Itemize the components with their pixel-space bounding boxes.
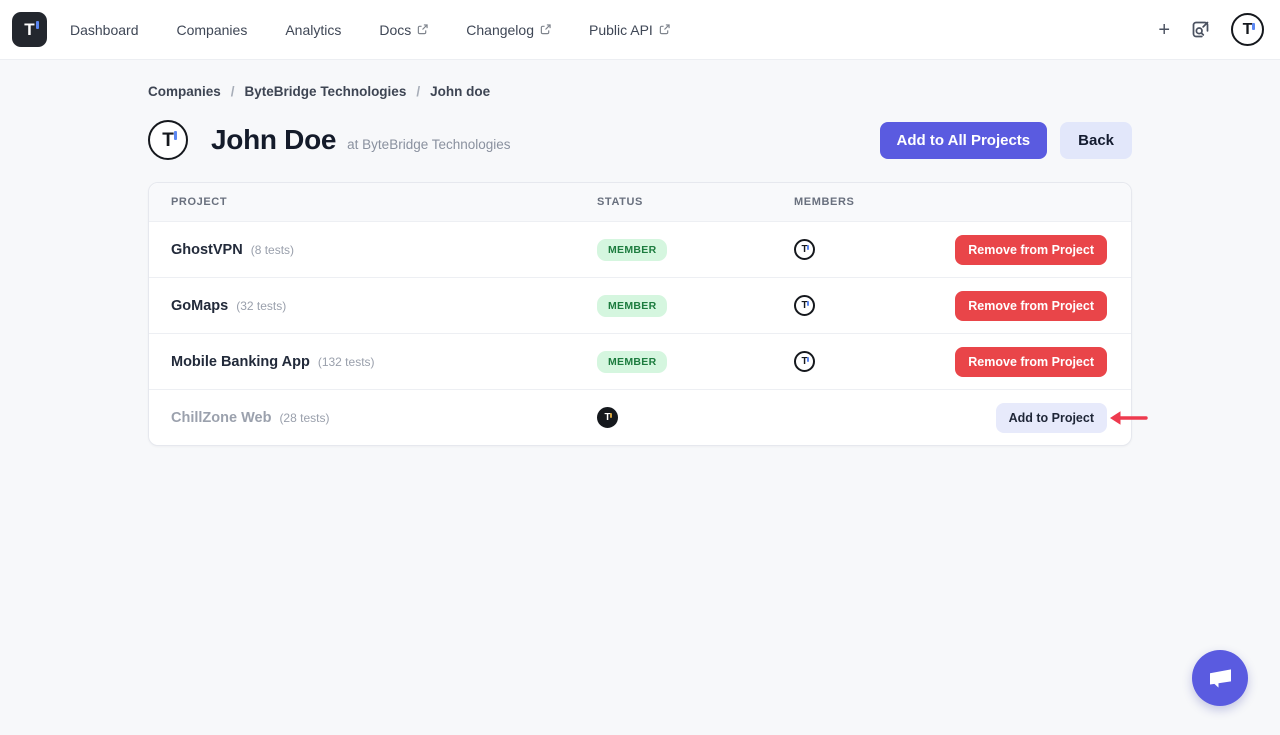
project-test-count: (8 tests)	[251, 243, 294, 257]
back-button[interactable]: Back	[1060, 122, 1132, 159]
table-row: GhostVPN (8 tests) Member T Remove from …	[149, 221, 1131, 277]
action-cell: Remove from Project	[955, 235, 1107, 265]
nav-right-controls: + T	[1158, 13, 1264, 46]
profile-avatar: T	[148, 120, 188, 160]
nav-link[interactable]: Analytics	[285, 22, 341, 38]
project-name: GoMaps	[171, 298, 228, 314]
profile-header: T John Doe at ByteBridge Technologies Ad…	[148, 120, 1132, 160]
red-arrow-annotation	[1108, 409, 1148, 426]
column-header-members: Members	[794, 196, 1107, 208]
status-badge: Member	[597, 239, 667, 261]
project-test-count: (32 tests)	[236, 299, 286, 313]
member-avatar: T	[794, 295, 815, 316]
nav-link[interactable]: Changelog	[466, 22, 551, 38]
profile-avatar-tick-icon	[174, 131, 178, 140]
nav-link-label: Companies	[177, 22, 248, 38]
row-action-button[interactable]: Add to Project	[996, 403, 1107, 433]
user-avatar-tick-icon	[1252, 23, 1255, 30]
brand-logo-letter: T	[24, 21, 34, 38]
page-subtitle: at ByteBridge Technologies	[347, 137, 510, 152]
breadcrumb-separator: /	[231, 84, 235, 99]
column-header-project: Project	[171, 196, 597, 208]
nav-link[interactable]: Public API	[589, 22, 670, 38]
brand-logo[interactable]: T	[12, 12, 47, 47]
breadcrumb-item[interactable]: Companies	[148, 84, 221, 99]
project-name: Mobile Banking App	[171, 354, 310, 370]
row-action-button[interactable]: Remove from Project	[955, 347, 1107, 377]
breadcrumb: Companies / ByteBridge Technologies / Jo…	[148, 84, 1132, 99]
members-cell: T	[794, 239, 955, 260]
add-to-all-projects-button[interactable]: Add to All Projects	[880, 122, 1048, 159]
chat-widget-button[interactable]	[1192, 650, 1248, 706]
project-test-count: (132 tests)	[318, 355, 375, 369]
projects-table: Project Status Members GhostVPN (8 tests…	[148, 182, 1132, 446]
external-link-icon	[659, 24, 670, 35]
members-cell: T	[794, 295, 955, 316]
user-avatar-letter: T	[1243, 22, 1253, 38]
action-cell: Add to Project	[996, 403, 1107, 433]
nav-link[interactable]: Docs	[379, 22, 428, 38]
project-cell: Mobile Banking App (132 tests)	[171, 354, 597, 370]
member-avatar-tick-icon	[807, 357, 809, 362]
title-wrap: John Doe at ByteBridge Technologies	[211, 124, 511, 156]
project-cell: GoMaps (32 tests)	[171, 298, 597, 314]
project-cell: GhostVPN (8 tests)	[171, 242, 597, 258]
external-link-icon	[417, 24, 428, 35]
table-row: Mobile Banking App (132 tests) Member T …	[149, 333, 1131, 389]
page-title: John Doe	[211, 124, 336, 156]
member-avatar: T	[597, 407, 618, 428]
table-body: GhostVPN (8 tests) Member T Remove from …	[149, 221, 1131, 445]
breadcrumb-separator: /	[416, 84, 420, 99]
status-badge: Member	[597, 351, 667, 373]
status-badge: Member	[597, 295, 667, 317]
member-avatar-tick-icon	[610, 413, 612, 418]
row-action-button[interactable]: Remove from Project	[955, 235, 1107, 265]
members-cell: T	[597, 407, 794, 428]
user-avatar[interactable]: T	[1231, 13, 1264, 46]
top-navbar: T Dashboard Companies Analytics Docs	[0, 0, 1280, 60]
nav-link[interactable]: Dashboard	[70, 22, 139, 38]
table-row: ChillZone Web (28 tests) T Add to Projec…	[149, 389, 1131, 445]
brand-logo-tick-icon	[36, 21, 39, 29]
breadcrumb-item[interactable]: John doe	[430, 84, 490, 99]
main-content: Companies / ByteBridge Technologies / Jo…	[148, 84, 1132, 446]
row-action-button[interactable]: Remove from Project	[955, 291, 1107, 321]
column-header-status: Status	[597, 196, 794, 208]
members-cell: T	[794, 351, 955, 372]
nav-link-label: Public API	[589, 22, 653, 38]
search-bubble-icon[interactable]	[1190, 19, 1211, 40]
plus-icon[interactable]: +	[1158, 20, 1170, 40]
project-test-count: (28 tests)	[279, 411, 329, 425]
nav-links: Dashboard Companies Analytics Docs	[70, 22, 670, 38]
profile-actions: Add to All Projects Back	[880, 122, 1132, 159]
project-name: GhostVPN	[171, 242, 243, 258]
project-name: ChillZone Web	[171, 410, 271, 426]
member-avatar: T	[794, 351, 815, 372]
chat-bubble-icon	[1207, 666, 1234, 691]
nav-link[interactable]: Companies	[177, 22, 248, 38]
external-link-icon	[540, 24, 551, 35]
member-avatar-tick-icon	[807, 245, 809, 250]
profile-avatar-letter: T	[162, 131, 174, 150]
action-cell: Remove from Project	[955, 347, 1107, 377]
nav-link-label: Analytics	[285, 22, 341, 38]
project-cell: ChillZone Web (28 tests)	[171, 410, 597, 426]
member-avatar: T	[794, 239, 815, 260]
member-avatar-tick-icon	[807, 301, 809, 306]
breadcrumb-item[interactable]: ByteBridge Technologies	[245, 84, 407, 99]
nav-link-label: Dashboard	[70, 22, 139, 38]
nav-link-label: Changelog	[466, 22, 534, 38]
nav-link-label: Docs	[379, 22, 411, 38]
action-cell: Remove from Project	[955, 291, 1107, 321]
table-row: GoMaps (32 tests) Member T Remove from P…	[149, 277, 1131, 333]
table-header-row: Project Status Members	[149, 183, 1131, 221]
